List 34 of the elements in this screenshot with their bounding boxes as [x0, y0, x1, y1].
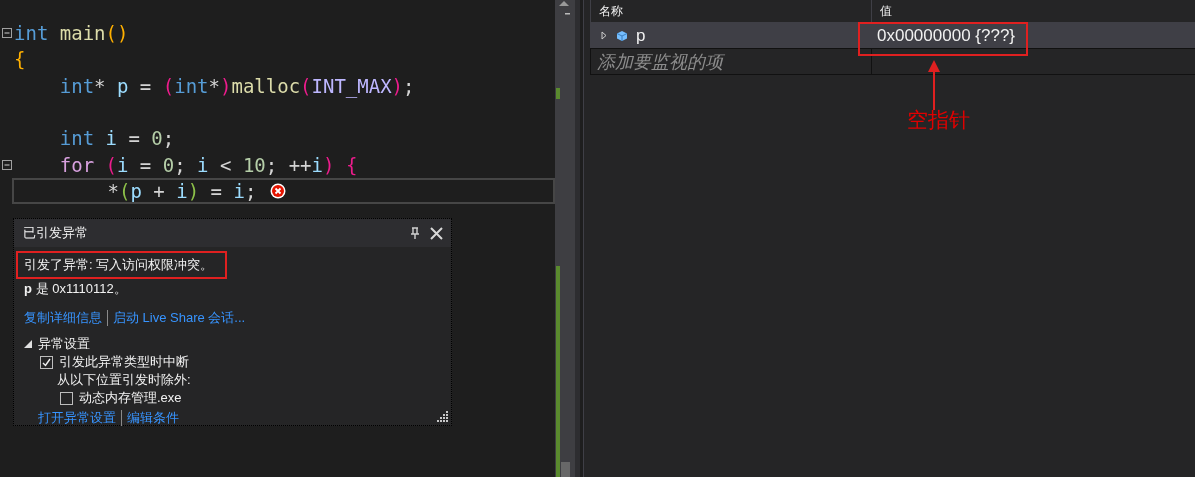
section-title: 异常设置 [38, 335, 90, 353]
collapse-icon[interactable] [2, 28, 12, 39]
cube-icon [616, 29, 628, 42]
checkbox-label: 动态内存管理.exe [79, 389, 182, 407]
link[interactable]: 复制详细信息 [24, 309, 102, 327]
variable-name: p [636, 25, 646, 46]
pin-icon[interactable] [410, 226, 420, 240]
code-line: int* p = (int*)malloc(INT_MAX); [59, 73, 415, 99]
checkbox-label: 引发此异常类型时中断 [59, 353, 189, 371]
exception-message: 引发了异常: 写入访问权限冲突。 [24, 257, 214, 272]
code-line: *(p + i) = i; [107, 178, 257, 204]
code-line: for (i = 0; i < 10; ++i) { [59, 152, 358, 178]
link[interactable]: 编辑条件 [127, 409, 179, 427]
exception-detail: p 是 0x1110112。 [24, 280, 128, 298]
scrollbar[interactable] [555, 0, 583, 477]
link[interactable]: 启动 Live Share 会话... [113, 309, 246, 327]
code-line: { [14, 47, 26, 73]
collapse-icon[interactable] [2, 159, 12, 170]
exclusion-caption: 从以下位置引发时除外: [57, 371, 191, 389]
watch-row-value: 0x00000000 {???} [871, 23, 1195, 48]
code-line: int main() [14, 21, 129, 47]
add-watch-field[interactable]: 添加要监视的项 [590, 48, 1195, 75]
annotation-label: 空指针 [907, 107, 970, 134]
checkbox[interactable] [60, 391, 73, 405]
checkbox[interactable] [40, 355, 53, 369]
expander-icon[interactable] [601, 31, 608, 40]
popup-title: 已引发异常 [23, 224, 89, 242]
code-line: int i = 0; [59, 126, 175, 152]
close-icon[interactable] [430, 226, 443, 240]
annotation-arrow [928, 60, 940, 110]
watch-row-name[interactable]: p [590, 23, 871, 48]
resize-grip-icon[interactable] [437, 411, 448, 422]
link[interactable]: 打开异常设置 [38, 409, 116, 427]
expander-icon[interactable] [24, 339, 32, 349]
